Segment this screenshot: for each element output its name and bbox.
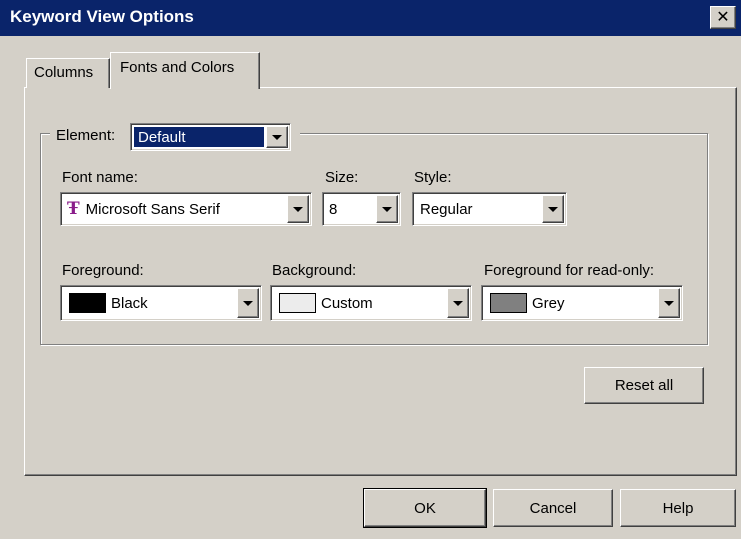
- background-value: Custom: [321, 294, 373, 312]
- size-value: 8: [329, 200, 338, 218]
- size-select[interactable]: 8: [322, 192, 401, 226]
- foreground-dropdown-button[interactable]: [237, 288, 259, 318]
- style-dropdown-button[interactable]: [542, 195, 564, 223]
- background-color-swatch: [279, 293, 316, 313]
- font-name-value: Microsoft Sans Serif: [85, 200, 220, 218]
- size-dropdown-button[interactable]: [376, 195, 398, 223]
- readonly-foreground-select[interactable]: Grey: [481, 285, 683, 321]
- tab-columns[interactable]: Columns: [26, 58, 110, 88]
- reset-all-button[interactable]: Reset all: [584, 367, 704, 404]
- font-name-dropdown-button[interactable]: [287, 195, 309, 223]
- window-title: Keyword View Options: [10, 7, 194, 26]
- foreground-label: Foreground:: [62, 262, 144, 279]
- foreground-select[interactable]: Black: [60, 285, 262, 321]
- readonly-foreground-dropdown-button[interactable]: [658, 288, 680, 318]
- font-name-label: Font name:: [62, 169, 138, 186]
- size-label: Size:: [325, 169, 359, 186]
- chevron-down-icon: [272, 134, 282, 140]
- font-name-select[interactable]: Ŧ Microsoft Sans Serif: [60, 192, 312, 226]
- chevron-down-icon: [453, 300, 463, 306]
- chevron-down-icon: [243, 300, 253, 306]
- element-label: Element:: [56, 127, 116, 144]
- foreground-color-swatch: [69, 293, 106, 313]
- chevron-down-icon: [293, 206, 303, 212]
- style-label: Style:: [414, 169, 452, 186]
- close-icon: ✕: [716, 8, 730, 26]
- style-select[interactable]: Regular: [412, 192, 567, 226]
- chevron-down-icon: [548, 206, 558, 212]
- element-value: Default: [134, 127, 264, 147]
- style-value: Regular: [420, 200, 473, 218]
- close-button[interactable]: ✕: [710, 6, 736, 29]
- truetype-font-icon: Ŧ: [67, 199, 80, 219]
- readonly-foreground-label: Foreground for read-only:: [484, 262, 655, 279]
- tab-fonts-and-colors[interactable]: Fonts and Colors: [110, 52, 260, 89]
- cancel-button[interactable]: Cancel: [493, 489, 613, 527]
- foreground-value: Black: [111, 294, 148, 312]
- background-label: Background:: [272, 262, 357, 279]
- element-dropdown-button[interactable]: [266, 126, 288, 148]
- readonly-color-swatch: [490, 293, 527, 313]
- chevron-down-icon: [664, 300, 674, 306]
- element-select[interactable]: Default: [130, 123, 291, 151]
- chevron-down-icon: [382, 206, 392, 212]
- background-select[interactable]: Custom: [270, 285, 472, 321]
- ok-button[interactable]: OK: [363, 488, 487, 528]
- ok-button-label: OK: [364, 489, 486, 527]
- help-button[interactable]: Help: [620, 489, 736, 527]
- background-dropdown-button[interactable]: [447, 288, 469, 318]
- readonly-foreground-value: Grey: [532, 294, 565, 312]
